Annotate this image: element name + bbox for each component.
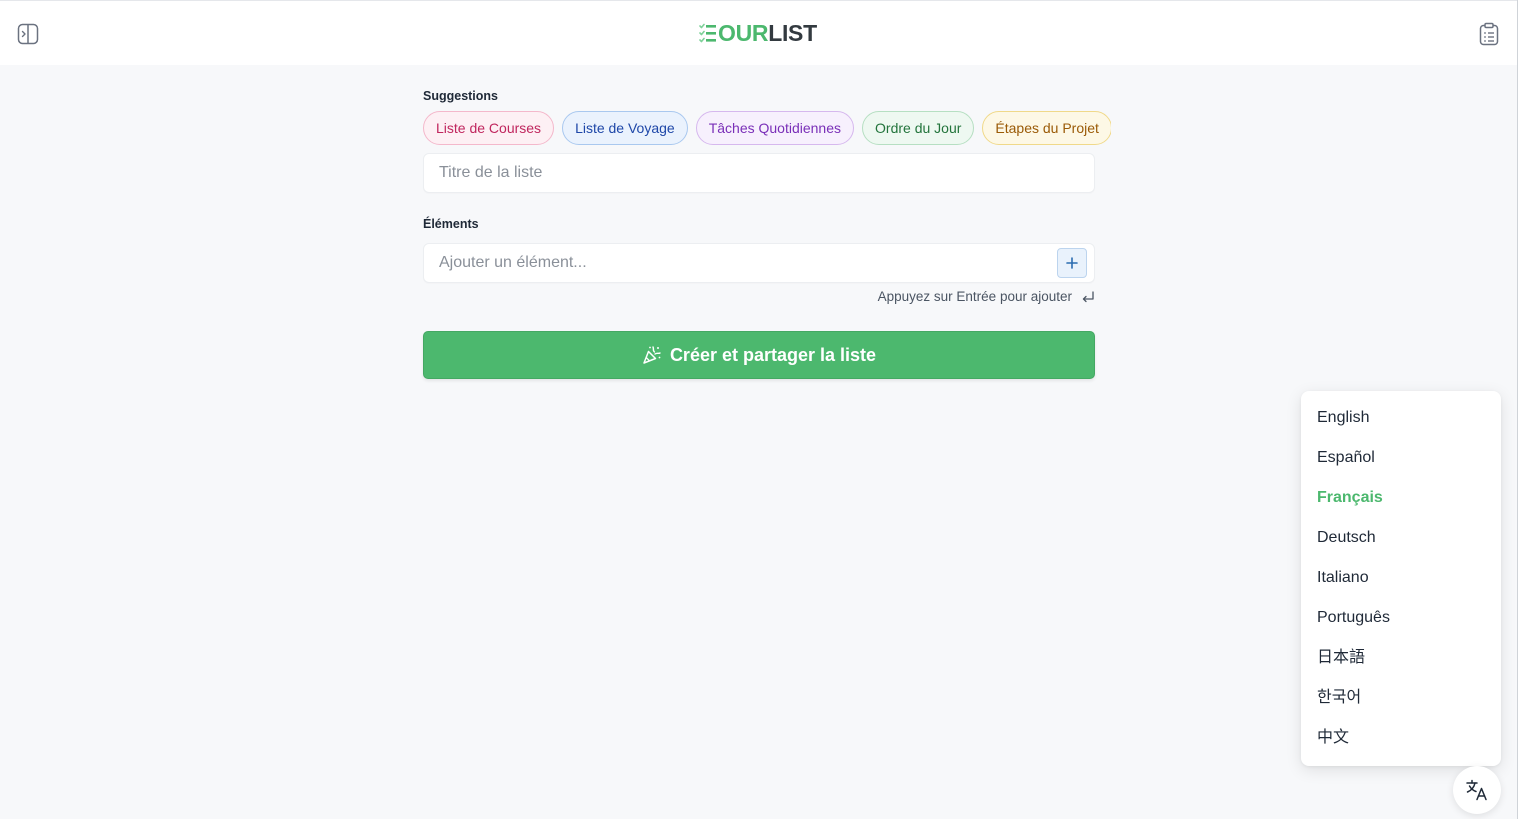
language-option-portuguese[interactable]: Português bbox=[1301, 598, 1501, 638]
suggestion-chips: Liste de Courses Liste de Voyage Tâches Qu… bbox=[423, 111, 1111, 145]
add-item-button[interactable] bbox=[1057, 248, 1087, 278]
clipboard-list-icon[interactable] bbox=[1478, 22, 1500, 46]
language-option-japanese[interactable]: 日本語 bbox=[1301, 638, 1501, 678]
app-logo[interactable]: OUR LIST bbox=[699, 20, 817, 46]
list-title-input[interactable] bbox=[423, 153, 1095, 193]
add-item-input[interactable] bbox=[423, 243, 1095, 283]
chips-overflow-mask bbox=[1111, 111, 1131, 145]
create-share-list-label: Créer et partager la liste bbox=[669, 344, 877, 365]
suggestion-chip[interactable]: Ordre du Jour bbox=[862, 111, 975, 145]
suggestions-label: Suggestions bbox=[423, 89, 499, 103]
checklist-logo-icon bbox=[699, 23, 716, 43]
enter-return-icon bbox=[1082, 290, 1094, 302]
sidebar-toggle-icon[interactable] bbox=[17, 23, 39, 45]
suggestion-chip[interactable]: Liste de Courses bbox=[423, 111, 555, 145]
suggestion-chip[interactable]: Liste de Voyage bbox=[562, 111, 688, 145]
language-menu: English Español Français Deutsch Italian… bbox=[1301, 391, 1501, 766]
language-option-french[interactable]: Français bbox=[1301, 478, 1501, 518]
language-option-italian[interactable]: Italiano bbox=[1301, 558, 1501, 598]
party-popper-icon bbox=[643, 346, 661, 364]
top-bar: OUR LIST bbox=[0, 0, 1518, 65]
logo-text-list: LIST bbox=[768, 19, 817, 46]
language-switcher-button[interactable] bbox=[1453, 766, 1501, 814]
logo-text-our: OUR bbox=[718, 19, 769, 46]
create-share-list-button[interactable]: Créer et partager la liste bbox=[423, 331, 1095, 379]
suggestion-chip[interactable]: Tâches Quotidiennes bbox=[695, 111, 855, 145]
translate-icon bbox=[1466, 779, 1487, 801]
suggestion-chip[interactable]: Étapes du Projet bbox=[982, 111, 1111, 145]
items-label: Éléments bbox=[423, 217, 479, 231]
language-option-spanish[interactable]: Español bbox=[1301, 438, 1501, 478]
plus-icon bbox=[1066, 257, 1078, 269]
language-option-korean[interactable]: 한국어 bbox=[1301, 678, 1501, 718]
language-option-german[interactable]: Deutsch bbox=[1301, 518, 1501, 558]
language-option-english[interactable]: English bbox=[1301, 398, 1501, 438]
enter-hint: Appuyez sur Entrée pour ajouter bbox=[878, 289, 1095, 304]
language-option-chinese[interactable]: 中文 bbox=[1301, 718, 1501, 758]
enter-hint-text: Appuyez sur Entrée pour ajouter bbox=[877, 289, 1072, 304]
